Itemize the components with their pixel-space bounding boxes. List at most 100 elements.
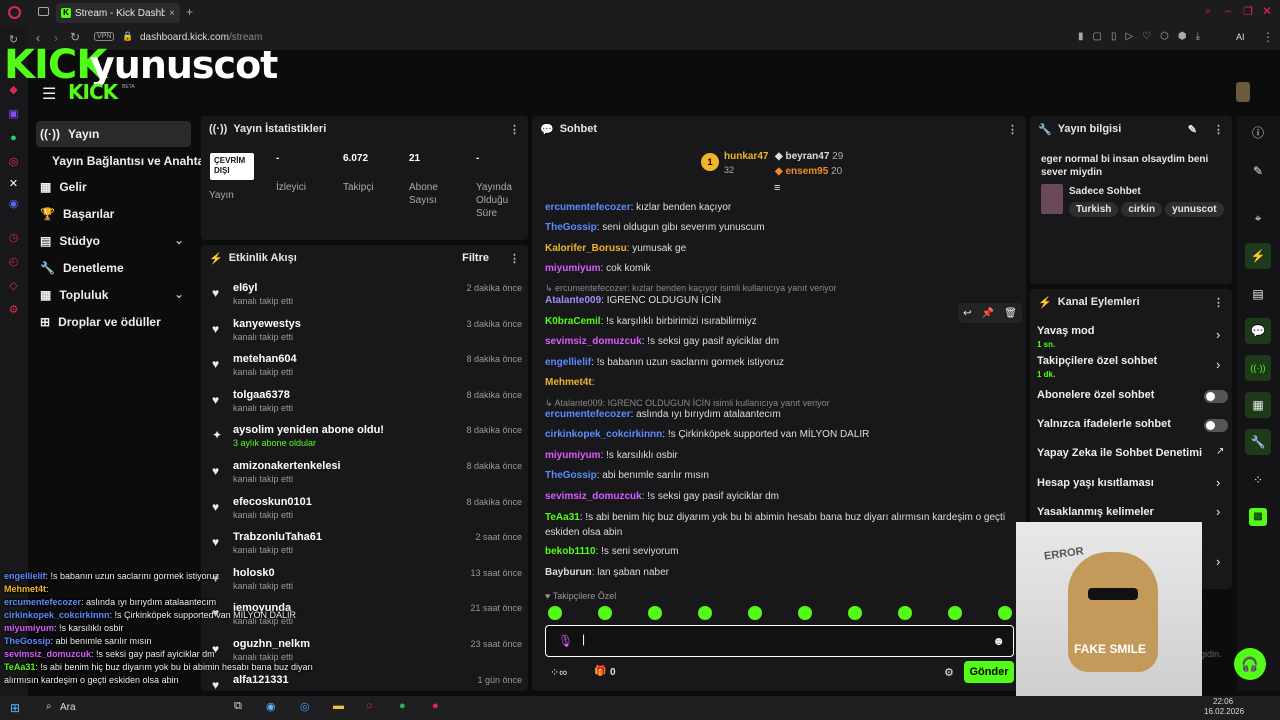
- chevron-right-icon[interactable]: ›: [1216, 504, 1220, 519]
- edit-icon[interactable]: ✎: [1188, 123, 1197, 136]
- chevron-right-icon[interactable]: ›: [1216, 327, 1220, 342]
- chat-username[interactable]: miyumiyum: [545, 450, 601, 461]
- chat-message[interactable]: TeAa31: !s abi benim hiç buz diyarım yok…: [545, 512, 1005, 523]
- settings-icon[interactable]: ⚙: [7, 304, 20, 317]
- chevron-down-icon[interactable]: ⌄: [174, 233, 184, 247]
- outlook-icon[interactable]: ◉: [266, 700, 276, 713]
- chat-username[interactable]: ercumentefecozer: [545, 202, 631, 213]
- emote-icon[interactable]: [548, 606, 562, 620]
- ai-button[interactable]: AI: [1236, 32, 1245, 42]
- chat-input[interactable]: 🎙 | ☻: [545, 625, 1014, 657]
- vpn-badge[interactable]: VPN: [94, 32, 115, 41]
- twitch-icon[interactable]: ▣: [7, 108, 20, 121]
- chat-message[interactable]: sevimsiz_domuzcuk: !s seksi gay pasif ay…: [545, 491, 779, 502]
- category-name[interactable]: Sadece Sohbet: [1069, 186, 1141, 197]
- chat-message[interactable]: Mehmet4t:: [545, 377, 594, 388]
- chat-message[interactable]: ercumentefecozer: aslında ıyı bırıydım a…: [545, 409, 781, 420]
- pinboard-icon[interactable]: ◇: [7, 280, 20, 293]
- chevron-right-icon[interactable]: ›: [1216, 357, 1220, 372]
- chat-message[interactable]: K0braCemil: !s karşılıklı birbirimizi ıs…: [545, 316, 757, 327]
- activity-item[interactable]: ♥ metehan604 kanalı takip etti 8 dakika önc…: [212, 353, 522, 385]
- nav-baglanti[interactable]: Yayın Bağlantısı ve Anahtarı: [52, 154, 212, 168]
- more-icon[interactable]: ⋮: [509, 123, 520, 136]
- chat-username[interactable]: miyumiyum: [545, 263, 601, 274]
- chat-message[interactable]: miyumiyum: cok komik: [545, 263, 651, 274]
- reply-icon[interactable]: ↩: [963, 308, 971, 319]
- chat-message[interactable]: Atalante009: IGRENC OLDUGUN İCİN: [545, 295, 721, 306]
- chat-message[interactable]: Kalorifer_Borusu: yumusak ge: [545, 243, 686, 254]
- toolbar-icons[interactable]: ▮▢▯▷♡⬡⬢⤓: [1078, 31, 1209, 42]
- activity-item[interactable]: ♥ kanyewestys kanalı takip etti 3 dakika ön…: [212, 318, 522, 350]
- nav-studyo[interactable]: ▤ Stüdyo: [40, 234, 100, 248]
- chat-username[interactable]: Kalorifer_Borusu: [545, 243, 627, 254]
- bolt-icon[interactable]: ⚡: [1245, 243, 1271, 269]
- close-tab-icon[interactable]: ×: [169, 8, 175, 19]
- tag[interactable]: yunuscot: [1165, 202, 1224, 217]
- activity-item[interactable]: ♥ efecoskun0101 kanalı takip etti 8 dakika …: [212, 496, 522, 528]
- channel-action-5[interactable]: Hesap yaşı kısıtlaması: [1037, 477, 1154, 489]
- channel-action-2[interactable]: Abonelere özel sohbet: [1037, 389, 1154, 401]
- chat-message[interactable]: miyumiyum: !s karsılıklı osbir: [545, 450, 678, 461]
- mic-icon[interactable]: 🎙: [558, 634, 573, 648]
- task-view-icon[interactable]: ⧉: [234, 700, 242, 713]
- collapse-icon[interactable]: ≡: [774, 182, 780, 194]
- edge-icon[interactable]: ◎: [300, 700, 310, 713]
- pin-icon[interactable]: 📌: [982, 308, 994, 319]
- send-button[interactable]: Gönder: [964, 661, 1014, 683]
- top-gifter-2[interactable]: ◆ beyran47 29: [775, 151, 843, 162]
- tag[interactable]: Turkish: [1069, 202, 1119, 217]
- chat-username[interactable]: sevimsiz_domuzcuk: [545, 336, 642, 347]
- chat-username[interactable]: ercumentefecozer: [545, 409, 631, 420]
- spotify-icon[interactable]: ●: [399, 700, 406, 712]
- points-icon[interactable]: ⁘: [1250, 472, 1266, 488]
- gift-icon[interactable]: 🎁: [594, 666, 606, 677]
- history-icon[interactable]: ◴: [7, 256, 20, 269]
- new-tab-button[interactable]: +: [186, 5, 193, 19]
- chat-username[interactable]: Mehmet4t: [545, 377, 592, 388]
- emote-icon[interactable]: [948, 606, 962, 620]
- chat-message[interactable]: engellielif: !s babanın uzun saclarını g…: [545, 357, 784, 368]
- emote-icon[interactable]: [998, 606, 1012, 620]
- kick-logo[interactable]: KICK: [68, 82, 118, 102]
- chevron-right-icon[interactable]: ›: [1216, 475, 1220, 490]
- chat-message[interactable]: TheGossip: seni oldugun gibı severım yun…: [545, 222, 765, 233]
- more-icon[interactable]: ⋮: [1213, 123, 1224, 136]
- player-icon[interactable]: ◷: [7, 232, 20, 245]
- channel-action-3[interactable]: Yalnızca ifadelerle sohbet: [1037, 418, 1171, 430]
- external-link-icon[interactable]: ↗: [1216, 446, 1224, 457]
- activity-item[interactable]: ♥ TrabzonluTaha61 kanalı takip etti 2 saat …: [212, 531, 522, 563]
- layout-icon[interactable]: ▦: [1245, 392, 1271, 418]
- delete-icon[interactable]: 🗑: [1004, 308, 1017, 319]
- tag[interactable]: cirkin: [1121, 202, 1163, 217]
- gear-icon[interactable]: ⚙: [944, 666, 954, 679]
- chat-username[interactable]: Bayburun: [545, 567, 592, 578]
- chevron-down-icon[interactable]: ⌄: [174, 287, 184, 301]
- emote-icon[interactable]: [798, 606, 812, 620]
- nav-gelir[interactable]: ▦ Gelir: [40, 180, 87, 194]
- nav-topluluk[interactable]: ▦ Topluluk: [40, 288, 108, 302]
- chat-username[interactable]: bekob1110: [545, 546, 596, 557]
- emote-icon[interactable]: [648, 606, 662, 620]
- top-gifter-name[interactable]: hunkar47: [724, 151, 768, 162]
- emoji-icon[interactable]: ☻: [992, 634, 1005, 648]
- browser-tab[interactable]: K Stream - Kick Dashboard ×: [56, 3, 180, 23]
- more-icon[interactable]: ⋮: [509, 252, 520, 265]
- nav-denetleme[interactable]: 🔧 Denetleme: [40, 261, 124, 275]
- opera-logo-icon[interactable]: [8, 6, 21, 19]
- nav-yayin[interactable]: ((·)) Yayın: [40, 127, 99, 141]
- top-gifter-3[interactable]: ◆ ensem95 20: [775, 166, 842, 177]
- chat-username[interactable]: sevimsiz_domuzcuk: [545, 491, 642, 502]
- explorer-icon[interactable]: ▬: [333, 700, 344, 712]
- chat-message[interactable]: Bayburun: lan şaban naber: [545, 567, 669, 578]
- url-text[interactable]: dashboard.kick.com/stream: [140, 32, 262, 43]
- tab-islands-icon[interactable]: [38, 7, 49, 16]
- chat-username[interactable]: TeAa31: [545, 512, 580, 523]
- points-icon[interactable]: ⁘∞: [550, 666, 567, 679]
- info-icon[interactable]: ⓘ: [1250, 125, 1266, 141]
- chat-username[interactable]: cirkinkopek_cokcirkinnn: [545, 429, 662, 440]
- channel-action-0[interactable]: Yavaş mod 1 sn.: [1037, 325, 1094, 349]
- chat-username[interactable]: engellielif: [545, 357, 591, 368]
- minimize-icon[interactable]: –: [1225, 5, 1231, 17]
- maximize-icon[interactable]: ❐: [1243, 5, 1253, 18]
- emote-icon[interactable]: [898, 606, 912, 620]
